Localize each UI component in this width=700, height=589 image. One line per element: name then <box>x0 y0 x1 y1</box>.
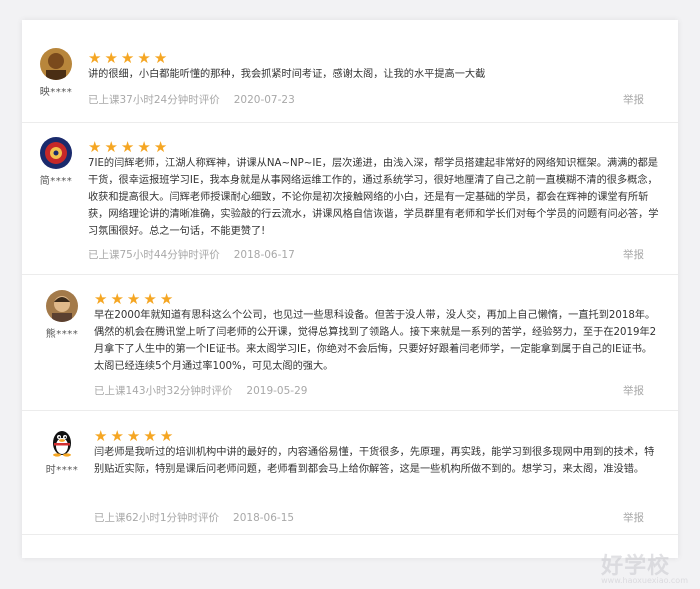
star-icon: ★ <box>94 427 111 445</box>
star-icon: ★ <box>110 290 127 308</box>
qq-penguin-icon[interactable] <box>46 426 78 458</box>
avatar[interactable] <box>46 290 78 322</box>
avatar[interactable] <box>40 48 72 80</box>
star-icon: ★ <box>137 138 154 156</box>
star-icon: ★ <box>104 138 121 156</box>
report-link[interactable]: 举报 <box>623 383 644 398</box>
star-icon: ★ <box>104 49 121 67</box>
review-meta: 已上课37小时24分钟时评价 2020-07-23 <box>88 92 295 107</box>
reviewer-info: 映**** <box>36 48 76 98</box>
reviewer-info: 简**** <box>36 137 76 187</box>
reviewer-info: 熊**** <box>42 290 82 340</box>
star-icon: ★ <box>153 49 171 67</box>
star-rating: ★★★★★ <box>94 291 176 307</box>
review-date: 2019-05-29 <box>246 385 308 397</box>
review-item: 简**** ★★★★★ 7IE的闫辉老师，江湖人称辉神，讲课从NA~NP~IE，… <box>22 122 678 275</box>
review-date: 2018-06-15 <box>233 512 295 524</box>
reviewer-name: 熊**** <box>45 329 79 340</box>
review-item: 时**** ★★★★★ 闫老师是我听过的培训机构中讲的最好的，内容通俗易懂，干货… <box>22 410 678 535</box>
star-icon: ★ <box>137 49 154 67</box>
study-time: 已上课75小时44分钟时评价 <box>88 249 220 261</box>
star-rating: ★★★★★ <box>94 428 176 444</box>
star-icon: ★ <box>143 290 160 308</box>
watermark-url: www.haoxuexiao.com <box>601 576 688 585</box>
review-content: 讲的很细，小白都能听懂的那种，我会抓紧时间考证，感谢太阁，让我的水平提高一大截 <box>88 69 486 80</box>
star-icon: ★ <box>153 138 171 156</box>
star-icon: ★ <box>159 427 177 445</box>
review-meta: 已上课75小时44分钟时评价 2018-06-17 <box>88 247 295 262</box>
report-link[interactable]: 举报 <box>623 247 644 262</box>
watermark-logo: 好学校 www.haoxuexiao.com <box>601 548 688 585</box>
review-item: 映**** ★★★★★ 讲的很细，小白都能听懂的那种，我会抓紧时间考证，感谢太阁… <box>22 20 678 123</box>
study-time: 已上课37小时24分钟时评价 <box>88 94 220 106</box>
review-meta: 已上课143小时32分钟时评价 2019-05-29 <box>94 383 307 398</box>
reviewer-info: 时**** <box>42 426 82 476</box>
review-content: 闫老师是我听过的培训机构中讲的最好的，内容通俗易懂，干货很多，先原理，再实践，能… <box>94 447 655 475</box>
review-content: 7IE的闫辉老师，江湖人称辉神，讲课从NA~NP~IE，层次递进，由浅入深，帮学… <box>88 158 659 237</box>
avatar[interactable] <box>40 137 72 169</box>
report-link[interactable]: 举报 <box>623 510 644 525</box>
star-icon: ★ <box>88 49 105 67</box>
star-icon: ★ <box>126 290 144 308</box>
reviewer-name: 映**** <box>39 87 73 98</box>
star-icon: ★ <box>120 138 138 156</box>
reviews-card: 映**** ★★★★★ 讲的很细，小白都能听懂的那种，我会抓紧时间考证，感谢太阁… <box>22 20 678 558</box>
star-icon: ★ <box>88 138 105 156</box>
review-content: 早在2000年就知道有思科这么个公司，也见过一些思科设备。但苦于没人带，没人交，… <box>94 310 657 372</box>
star-icon: ★ <box>143 427 160 445</box>
star-icon: ★ <box>126 427 144 445</box>
star-icon: ★ <box>120 49 138 67</box>
star-icon: ★ <box>94 290 111 308</box>
star-rating: ★★★★★ <box>88 139 170 155</box>
review-date: 2018-06-17 <box>233 249 295 261</box>
star-icon: ★ <box>159 290 177 308</box>
study-time: 已上课143小时32分钟时评价 <box>94 385 233 397</box>
reviewer-name: 简**** <box>39 176 73 187</box>
reviewer-name: 时**** <box>45 465 79 476</box>
star-icon: ★ <box>110 427 127 445</box>
star-rating: ★★★★★ <box>88 50 170 66</box>
review-meta: 已上课62小时1分钟时评价 2018-06-15 <box>94 510 294 525</box>
study-time: 已上课62小时1分钟时评价 <box>94 512 220 524</box>
review-item: 熊**** ★★★★★ 早在2000年就知道有思科这么个公司，也见过一些思科设备… <box>22 274 678 411</box>
review-date: 2020-07-23 <box>233 94 295 106</box>
report-link[interactable]: 举报 <box>623 92 644 107</box>
